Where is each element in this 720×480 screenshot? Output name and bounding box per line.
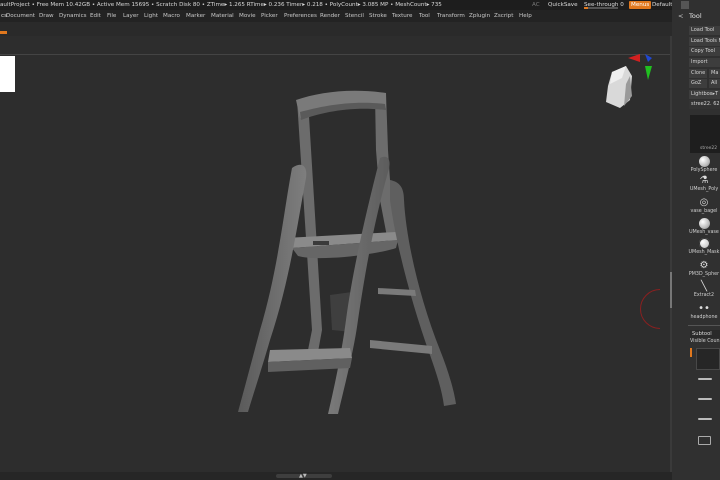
- subtool-preview: [698, 378, 712, 380]
- subtool-item[interactable]: [696, 374, 720, 384]
- subtool-item-active[interactable]: [696, 348, 720, 370]
- copy-tool-button[interactable]: Copy Tool: [689, 47, 720, 56]
- tool-label: Extract2: [693, 293, 715, 298]
- tool-extract2[interactable]: ╲ Extract2: [688, 281, 720, 298]
- sphere-icon: [698, 218, 710, 229]
- axis-y-arrow[interactable]: [645, 66, 652, 80]
- make-polymesh-button[interactable]: Ma: [709, 69, 720, 78]
- load-tools-from-project-button[interactable]: Load Tools F: [689, 37, 720, 46]
- tool-label: UMesh_Poly: [689, 187, 719, 192]
- menu-dynamics[interactable]: Dynamics: [59, 10, 87, 22]
- collapse-icon[interactable]: <: [678, 10, 683, 22]
- front-leg-right: [328, 156, 390, 414]
- menu-layer[interactable]: Layer: [123, 10, 139, 22]
- menus-button[interactable]: Menus: [629, 1, 652, 9]
- menu-macro[interactable]: Macro: [163, 10, 180, 22]
- umesh-icon: ⚗: [699, 175, 709, 186]
- navigation-head-widget[interactable]: [606, 66, 632, 108]
- goz-all-button[interactable]: All: [709, 79, 720, 88]
- load-tool-button[interactable]: Load Tool: [689, 26, 720, 35]
- gear-sphere-icon: ⚙: [699, 260, 709, 271]
- menu-help[interactable]: Help: [519, 10, 532, 22]
- menu-draw[interactable]: Draw: [39, 10, 54, 22]
- menu-texture[interactable]: Texture: [392, 10, 412, 22]
- clone-button[interactable]: Clone: [689, 69, 707, 78]
- import-button[interactable]: Import: [689, 58, 720, 67]
- memory-stats: aultProject • Free Mem 10.42GB • Active …: [0, 2, 442, 8]
- menu-light[interactable]: Light: [144, 10, 158, 22]
- tool-label: UMesh_Mask: [688, 250, 720, 255]
- menu-material[interactable]: Material: [211, 10, 234, 22]
- active-tab-indicator: [0, 31, 7, 34]
- tool-label: headphone: [690, 315, 718, 320]
- menu-file[interactable]: File: [107, 10, 116, 22]
- bottom-tray-arrows[interactable]: ▲▼: [299, 473, 307, 479]
- layout-icon[interactable]: [681, 1, 689, 9]
- axis-z-arrow[interactable]: [645, 54, 652, 62]
- tool-label: PM3D_Spher: [688, 272, 720, 277]
- extract-icon: ╲: [700, 281, 708, 292]
- tool-palette-title: Tool: [689, 12, 702, 20]
- menu-preferences[interactable]: Preferences: [284, 10, 317, 22]
- ac-toggle[interactable]: AC: [532, 0, 540, 10]
- goz-button[interactable]: GoZ: [689, 79, 707, 88]
- menu-tool[interactable]: Tool: [419, 10, 430, 22]
- menu-movie[interactable]: Movie: [239, 10, 256, 22]
- subtool-item[interactable]: [696, 394, 720, 404]
- menu-zscript[interactable]: Zscript: [494, 10, 513, 22]
- tool-palette-header[interactable]: < Tool: [672, 10, 720, 22]
- see-through-slider-handle[interactable]: [584, 7, 588, 9]
- tool-umesh-vase[interactable]: UMesh_vase: [688, 218, 720, 235]
- sphere-icon: [698, 156, 710, 167]
- tool-vase-bagel[interactable]: ◎ vase_bagel: [688, 197, 720, 214]
- menu-stroke[interactable]: Stroke: [369, 10, 387, 22]
- see-through-slider[interactable]: [584, 7, 618, 9]
- subtool-preview: [698, 418, 712, 420]
- menu-stencil[interactable]: Stencil: [345, 10, 364, 22]
- ring-icon: ◎: [699, 197, 709, 208]
- menu-edit[interactable]: Edit: [90, 10, 101, 22]
- panel-divider: [688, 325, 720, 326]
- folder-icon[interactable]: [698, 436, 711, 445]
- subtool-preview: [698, 398, 712, 400]
- tool-umesh-poly[interactable]: ⚗ UMesh_Poly: [688, 175, 720, 192]
- front-leg-left: [238, 164, 307, 412]
- subtool-scroll-indicator[interactable]: [690, 348, 692, 357]
- menu-marker[interactable]: Marker: [186, 10, 205, 22]
- seat-handle-slot: [313, 241, 329, 245]
- menu-transform[interactable]: Transform: [437, 10, 465, 22]
- menu-render[interactable]: Render: [320, 10, 340, 22]
- current-tool-thumb-label: stree22: [700, 146, 718, 151]
- headphone-icon: ••: [698, 303, 710, 314]
- lightbox-tools-button[interactable]: Lightbox▸T: [689, 90, 720, 99]
- tool-pm3d-sphere[interactable]: ⚙ PM3D_Spher: [688, 260, 720, 277]
- tool-umesh-mask[interactable]: UMesh_Mask: [688, 238, 720, 255]
- quicksave-button[interactable]: QuickSave: [548, 0, 578, 10]
- menu-document[interactable]: Document: [6, 10, 35, 22]
- axis-x-arrow[interactable]: [628, 54, 640, 62]
- tool-label: UMesh_vase: [689, 230, 719, 235]
- tool-headphone[interactable]: •• headphone: [688, 303, 720, 320]
- step-stool-model[interactable]: [238, 90, 456, 414]
- bottom-tray: ▲▼: [0, 472, 672, 480]
- tool-label: vase_bagel: [690, 209, 718, 214]
- subtool-item[interactable]: [696, 414, 720, 424]
- ladder-rung-lower: [370, 340, 432, 354]
- visible-count-label: Visible Coun: [690, 339, 720, 344]
- back-leg-left: [297, 100, 322, 352]
- menu-picker[interactable]: Picker: [261, 10, 278, 22]
- menu-zplugin[interactable]: Zplugin: [469, 10, 490, 22]
- tool-label: PolySphere: [690, 168, 718, 173]
- subtool-header[interactable]: Subtool: [690, 330, 720, 338]
- current-tool-name[interactable]: stree22. 62: [689, 100, 720, 109]
- main-menu-bar: cs Document Draw Dynamics Edit File Laye…: [0, 10, 672, 22]
- masked-sphere-icon: [698, 238, 710, 249]
- top-status-bar: aultProject • Free Mem 10.42GB • Active …: [0, 0, 720, 10]
- tool-polysphere[interactable]: PolySphere: [688, 156, 720, 173]
- viewport-3d[interactable]: [0, 36, 670, 472]
